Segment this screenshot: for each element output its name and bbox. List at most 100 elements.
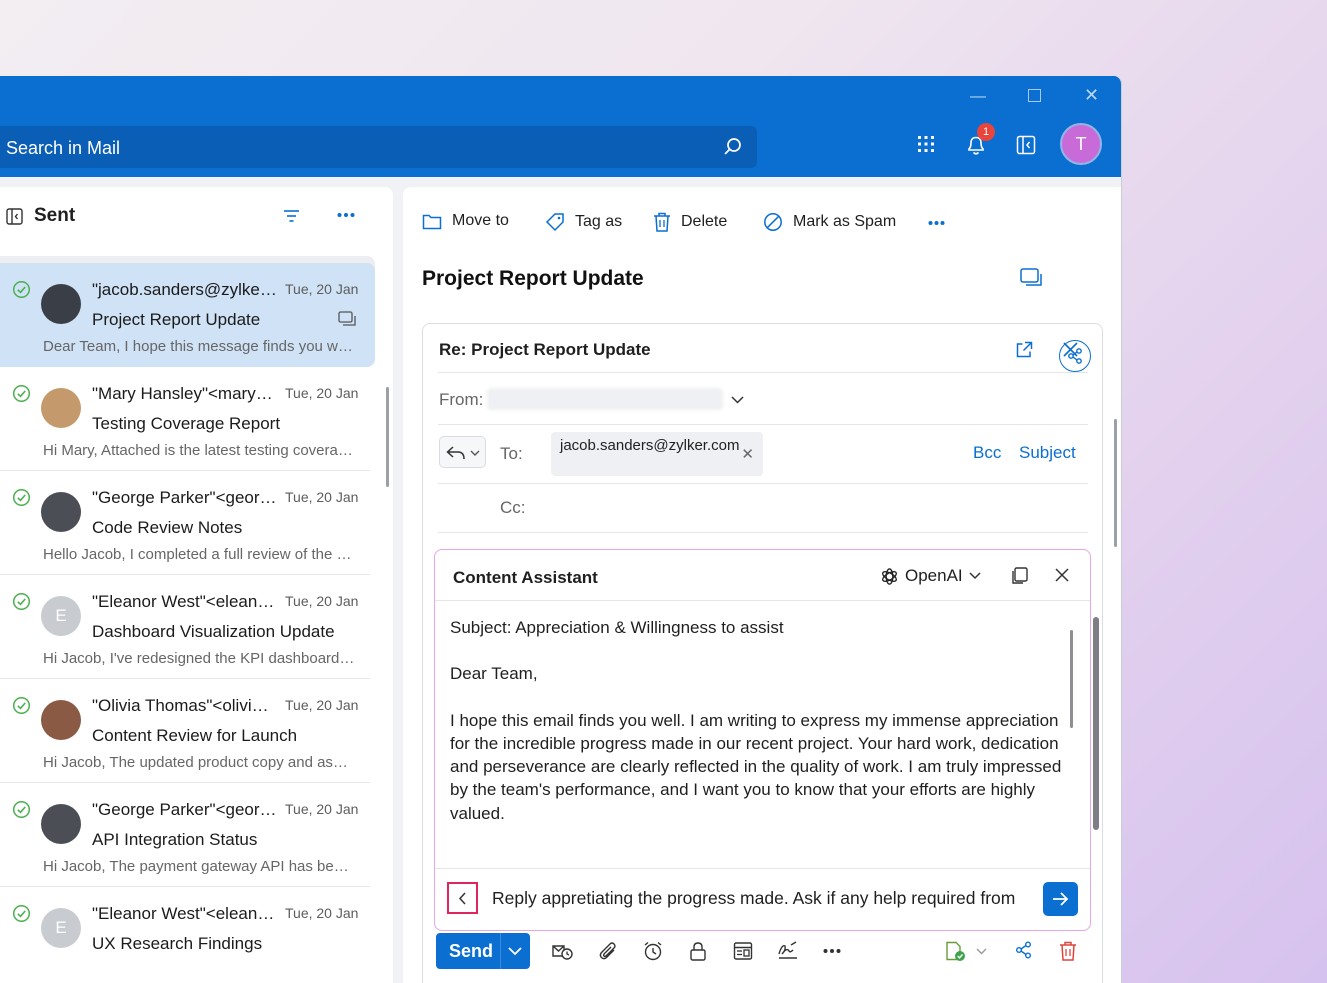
minimize-icon[interactable]: — (970, 88, 986, 106)
reply-type-dropdown[interactable] (439, 436, 486, 468)
back-button[interactable] (447, 882, 478, 914)
close-window-icon[interactable]: ✕ (1084, 85, 1099, 106)
tag-as-button[interactable]: Tag as (545, 212, 622, 232)
mail-from: "George Parker"<george@zylker.com> (92, 800, 277, 819)
generate-button[interactable] (1043, 882, 1078, 916)
to-label: To: (500, 444, 523, 463)
reading-scrollbar[interactable] (1114, 419, 1117, 547)
mail-date: Tue, 20 Jan (285, 801, 359, 817)
chevron-down-icon[interactable] (508, 947, 522, 956)
prompt-input[interactable]: Reply appretiating the progress made. As… (492, 888, 1032, 909)
sent-check-icon (12, 592, 31, 611)
mail-from: "Eleanor West"<eleanor@zylker.com> (92, 904, 277, 923)
mail-from: "Olivia Thomas"<olivia@zylker.com> (92, 696, 277, 715)
pop-out-icon[interactable] (1016, 341, 1033, 358)
template-icon[interactable] (733, 941, 753, 961)
mail-subject: Dashboard Visualization Update (92, 622, 335, 641)
search-icon[interactable] (723, 137, 743, 157)
recipient-address: jacob.sanders@zylker.com (560, 437, 740, 454)
avatar (41, 388, 81, 428)
move-to-button[interactable]: Move to (422, 212, 509, 230)
reply-icon (446, 446, 465, 460)
mail-date: Tue, 20 Jan (285, 489, 359, 505)
close-assistant-icon[interactable] (1055, 568, 1069, 582)
mail-list-item[interactable]: "George Parker"<george@zylker.com> Tue, 2… (0, 471, 370, 575)
avatar (41, 284, 81, 324)
search-bar[interactable]: Search in Mail (0, 126, 757, 168)
chevron-down-icon (470, 450, 480, 456)
mail-preview: Hi Jacob, I've redesigned the KPI dashbo… (43, 650, 355, 667)
mail-from: "jacob.sanders@zylker.com" (92, 280, 277, 299)
search-input[interactable]: Search in Mail (6, 138, 120, 159)
sent-check-icon (12, 696, 31, 715)
reminder-icon[interactable] (643, 941, 663, 961)
mail-preview: Hello Jacob, I completed a full review o… (43, 546, 355, 563)
avatar (41, 804, 81, 844)
more-options-icon[interactable] (823, 948, 841, 954)
schedule-send-icon[interactable] (552, 941, 573, 961)
save-draft-icon[interactable] (945, 941, 967, 962)
mail-subject: Content Review for Launch (92, 726, 298, 745)
avatar: E (41, 596, 81, 636)
divider (438, 372, 1088, 373)
toolbar-more-icon[interactable] (928, 220, 945, 226)
attachment-icon[interactable] (599, 941, 617, 961)
copy-icon[interactable] (1012, 567, 1028, 584)
discard-trash-icon[interactable] (1059, 941, 1077, 961)
divider (438, 532, 1088, 533)
provider-dropdown[interactable]: OpenAI (880, 566, 981, 586)
mail-list-item[interactable]: "jacob.sanders@zylker.com" Tue, 20 Jan Pro… (0, 263, 375, 367)
folder-title: Sent (34, 205, 76, 226)
chevron-down-icon (969, 572, 981, 580)
divider (435, 868, 1090, 869)
mail-list-item[interactable]: E "Eleanor West"<eleanor@zylker.com> Tue, … (0, 887, 370, 983)
filter-icon[interactable] (283, 209, 300, 223)
mail-list-pane: Sent Earlier in January "jacob.sanders@z… (0, 187, 393, 983)
subject-link[interactable]: Subject (1019, 443, 1076, 463)
avatar: E (41, 908, 81, 948)
mail-list-item[interactable]: "Olivia Thomas"<olivia@zylker.com> Tue, 2… (0, 679, 370, 783)
from-address-field[interactable] (487, 388, 723, 410)
mail-list-item[interactable]: "George Parker"<george@zylker.com> Tue, 2… (0, 783, 370, 887)
mail-preview: Hi Mary, Attached is the latest testing … (43, 442, 355, 459)
mail-subject: UX Research Findings (92, 934, 263, 953)
more-options-icon[interactable] (337, 212, 355, 218)
close-compose-icon[interactable] (1063, 342, 1078, 357)
mail-list-item[interactable]: "Mary Hansley"<mary@zylker.com> Tue, 20 J… (0, 367, 370, 471)
thread-view-icon[interactable] (1020, 267, 1044, 289)
remove-recipient-icon[interactable]: ✕ (741, 445, 754, 463)
sent-check-icon (12, 800, 31, 819)
chevron-down-icon[interactable] (976, 948, 987, 955)
assistant-scrollbar[interactable] (1070, 630, 1073, 728)
signature-icon[interactable] (777, 941, 799, 961)
chevron-down-icon[interactable] (731, 396, 744, 404)
mark-spam-button[interactable]: Mark as Spam (763, 212, 896, 232)
recipient-chip[interactable]: jacob.sanders@zylker.com ✕ (551, 432, 763, 476)
avatar (41, 492, 81, 532)
compose-scrollbar[interactable] (1093, 617, 1099, 830)
list-scrollbar[interactable] (386, 387, 389, 487)
provider-label: OpenAI (905, 566, 963, 585)
mail-preview: Hi Jacob, The payment gateway API has be… (43, 858, 355, 875)
user-avatar[interactable]: T (1060, 123, 1102, 165)
tag-icon (545, 213, 564, 232)
panel-toggle-icon[interactable] (1016, 135, 1036, 155)
thread-icon (338, 311, 356, 326)
lock-icon[interactable] (689, 941, 707, 961)
maximize-icon[interactable] (1028, 89, 1041, 102)
collapse-sidebar-icon[interactable] (6, 208, 23, 225)
sent-check-icon (12, 488, 31, 507)
trash-icon (654, 212, 670, 232)
bcc-link[interactable]: Bcc (973, 443, 1001, 463)
generated-content[interactable]: Subject: Appreciation & Willingness to a… (450, 616, 1080, 848)
move-to-label: Move to (452, 212, 509, 229)
mail-list-item[interactable]: E "Eleanor West"<eleanor@zylker.com> Tue, … (0, 575, 370, 679)
send-button[interactable]: Send (436, 933, 530, 969)
mail-preview: Hi Jacob, The updated product copy and a… (43, 754, 355, 771)
delete-button[interactable]: Delete (653, 212, 727, 232)
divider (435, 600, 1090, 601)
apps-grid-icon[interactable] (917, 135, 935, 153)
avatar (41, 700, 81, 740)
mail-subject: Code Review Notes (92, 518, 243, 537)
share-icon[interactable] (1015, 941, 1032, 959)
